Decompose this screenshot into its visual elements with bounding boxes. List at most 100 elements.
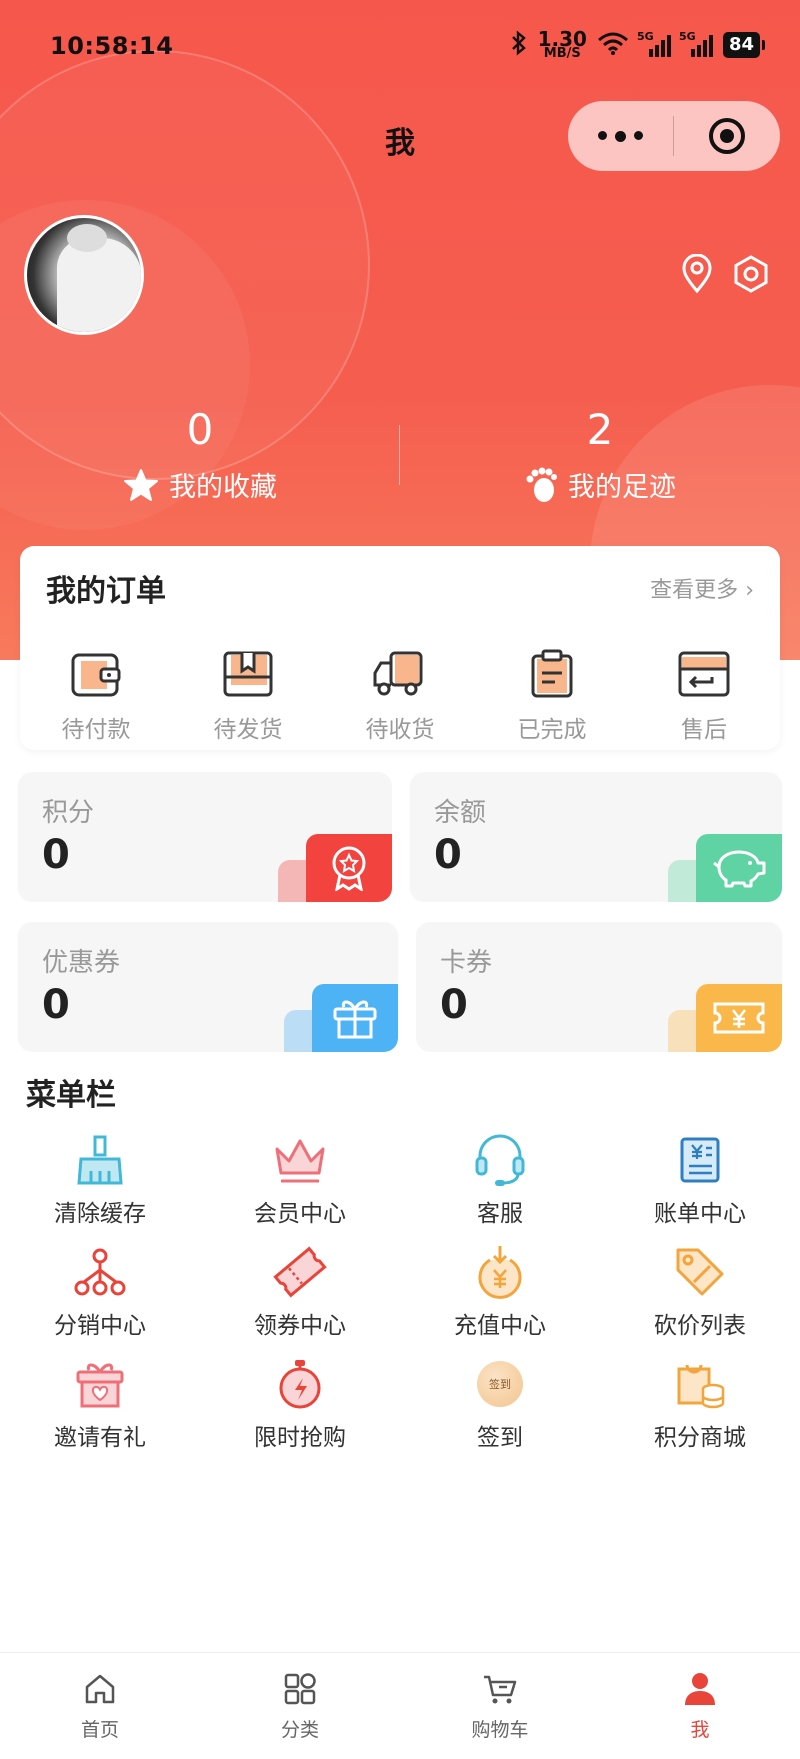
checkin-badge-text: 签到	[489, 1378, 511, 1391]
ticket-icon	[696, 984, 782, 1052]
network-speed: 1.30 MB/S	[538, 29, 587, 61]
cart-icon	[484, 1675, 517, 1704]
location-icon[interactable]	[680, 253, 714, 298]
points-label: 积分	[42, 798, 95, 828]
order-status-label: 待发货	[213, 717, 283, 743]
order-status-label: 已完成	[517, 717, 587, 743]
menu-item-invite-gift[interactable]: 邀请有礼	[0, 1354, 200, 1466]
settings-icon[interactable]	[732, 254, 770, 298]
signal-icon: 5G	[678, 30, 713, 57]
menu-item-member-center[interactable]: 会员中心	[200, 1130, 400, 1242]
menu-item-label: 充值中心	[454, 1313, 546, 1339]
more-button[interactable]	[568, 130, 673, 142]
status-time: 10:58:14	[50, 32, 174, 60]
menu-item-clear-cache[interactable]: 清除缓存	[0, 1130, 200, 1242]
tab-home[interactable]: 首页	[0, 1653, 200, 1759]
broom-icon	[77, 1135, 123, 1185]
points-card[interactable]: 积分 0	[18, 772, 392, 902]
user-icon	[685, 1673, 715, 1705]
tab-label: 购物车	[471, 1719, 529, 1741]
battery-indicator: 84	[722, 32, 766, 58]
view-more-link[interactable]: 查看更多 ›	[650, 572, 754, 604]
checkin-icon: 签到	[477, 1361, 523, 1407]
order-status-to-receive[interactable]: 待收货	[324, 646, 476, 744]
target-icon	[708, 118, 745, 154]
menu-item-label: 清除缓存	[54, 1201, 146, 1227]
menu-item-label: 砍价列表	[654, 1313, 746, 1339]
network-speed-unit: MB/S	[543, 46, 581, 61]
coupon-label: 优惠券	[42, 948, 121, 978]
status-bar: 10:58:14 1.30 MB/S 5G 5G 84	[50, 28, 766, 68]
balance-label: 余额	[434, 798, 487, 828]
view-more-label: 查看更多	[650, 578, 739, 603]
return-card-icon	[678, 651, 730, 697]
order-status-after-sales[interactable]: 售后	[628, 646, 780, 744]
order-status-completed[interactable]: 已完成	[476, 646, 628, 744]
menu-item-bill-center[interactable]: 账单中心	[600, 1130, 800, 1242]
menu-item-label: 客服	[477, 1201, 523, 1227]
favorites-stat[interactable]: 0 我的收藏	[0, 405, 400, 504]
wifi-icon	[597, 31, 629, 59]
category-icon	[284, 1673, 316, 1705]
menu-item-flash-sale[interactable]: 限时抢购	[200, 1354, 400, 1466]
gift-box-icon	[76, 1363, 124, 1408]
coupon-card[interactable]: 优惠券 0	[18, 922, 398, 1052]
menu-item-customer-service[interactable]: 客服	[400, 1130, 600, 1242]
menu-item-label: 邀请有礼	[54, 1425, 146, 1451]
avatar[interactable]	[24, 215, 144, 335]
menu-item-bargain-list[interactable]: 砍价列表	[600, 1242, 800, 1354]
points-mall-icon	[677, 1364, 725, 1409]
stopwatch-icon	[279, 1360, 321, 1409]
footprints-stat[interactable]: 2 我的足迹	[400, 405, 800, 504]
balance-value: 0	[434, 832, 462, 878]
piggy-bank-icon	[696, 834, 782, 902]
orders-card: 我的订单 查看更多 › 待付款 待发货 待收货 已完成 售后	[20, 546, 780, 750]
order-status-label: 待付款	[61, 717, 131, 743]
signal-label: 5G	[636, 30, 654, 43]
order-status-label: 待收货	[365, 717, 435, 743]
badge-icon	[306, 834, 392, 902]
home-icon	[85, 1674, 115, 1704]
headset-icon	[475, 1134, 525, 1186]
order-status-to-ship[interactable]: 待发货	[172, 646, 324, 744]
menu-item-label: 分销中心	[54, 1313, 146, 1339]
footprint-icon	[526, 467, 557, 502]
tab-cart[interactable]: 购物车	[400, 1653, 600, 1759]
menu-item-check-in[interactable]: 签到 签到	[400, 1354, 600, 1466]
tab-me[interactable]: 我	[600, 1653, 800, 1759]
menu-grid: 清除缓存 会员中心 客服 账单中心 分销中心 领券中心 充值中心 砍价列表 邀请…	[0, 1130, 800, 1466]
bottom-tab-bar: 首页 分类 购物车 我	[0, 1652, 800, 1759]
package-icon	[223, 651, 273, 697]
orders-title: 我的订单	[46, 574, 166, 609]
menu-title: 菜单栏	[26, 1078, 116, 1113]
footprints-label: 我的足迹	[568, 472, 676, 503]
signal-icon: 5G	[636, 30, 671, 57]
bluetooth-icon	[510, 30, 528, 60]
card-voucher-card[interactable]: 卡券 0	[416, 922, 782, 1052]
crown-icon	[275, 1139, 325, 1183]
menu-item-recharge-center[interactable]: 充值中心	[400, 1242, 600, 1354]
recharge-icon	[478, 1246, 522, 1299]
favorites-count: 0	[186, 405, 214, 454]
tab-category[interactable]: 分类	[200, 1653, 400, 1759]
balance-card[interactable]: 余额 0	[410, 772, 782, 902]
chevron-right-icon: ›	[745, 578, 754, 603]
star-icon	[124, 468, 158, 501]
footprints-count: 2	[586, 405, 614, 454]
miniprogram-capsule	[568, 101, 780, 171]
bill-icon	[680, 1137, 720, 1183]
tab-label: 首页	[80, 1719, 119, 1741]
card-voucher-label: 卡券	[440, 948, 493, 978]
tab-label: 我	[690, 1719, 710, 1741]
network-icon	[74, 1248, 126, 1296]
order-status-pending-payment[interactable]: 待付款	[20, 646, 172, 744]
clipboard-icon	[531, 649, 573, 698]
signal-label: 5G	[678, 30, 696, 43]
menu-item-label: 积分商城	[654, 1425, 746, 1451]
truck-icon	[373, 651, 423, 696]
close-button[interactable]	[674, 116, 779, 156]
menu-item-points-mall[interactable]: 积分商城	[600, 1354, 800, 1466]
menu-item-distribution-center[interactable]: 分销中心	[0, 1242, 200, 1354]
menu-item-coupon-center[interactable]: 领券中心	[200, 1242, 400, 1354]
card-voucher-value: 0	[440, 982, 468, 1028]
